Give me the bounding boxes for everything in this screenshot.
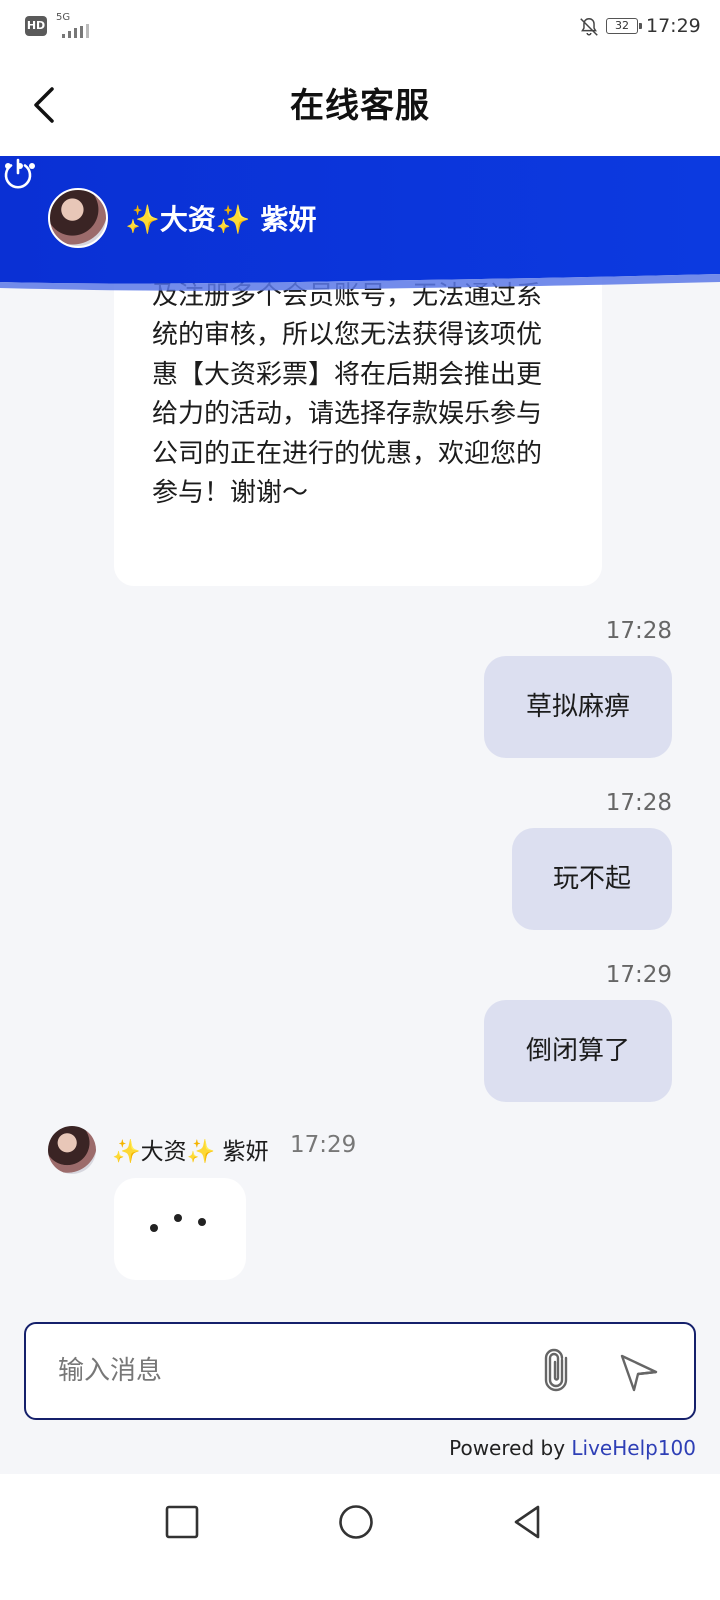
agent-avatar[interactable]: [48, 188, 108, 248]
agent-name-small: ✨大资✨ 紫妍: [112, 1139, 269, 1165]
page-title: 在线客服: [290, 86, 430, 126]
hd-badge: HD: [25, 16, 47, 36]
agent-message-bubble: 您好，经过系统审核，地址已经涉及注册多个会员账号，无法通过系统的审核，所以您无法…: [114, 241, 602, 586]
chat-area[interactable]: 您好，经过系统审核，地址已经涉及注册多个会员账号，无法通过系统的审核，所以您无法…: [0, 156, 720, 1306]
message-timestamp: 17:28: [605, 790, 672, 816]
user-message-bubble: 草拟麻痹: [484, 656, 672, 758]
attachment-icon[interactable]: [536, 1346, 576, 1396]
recent-apps-icon[interactable]: [162, 1502, 202, 1542]
agent-banner: ✨大资✨ 紫妍: [0, 156, 720, 296]
powered-by: Powered by LiveHelp100: [449, 1436, 696, 1460]
battery-icon: 32: [606, 18, 642, 34]
agent-avatar-small[interactable]: [48, 1126, 96, 1174]
status-time: 17:29: [646, 15, 701, 37]
system-nav-bar: [0, 1474, 720, 1600]
power-icon[interactable]: [0, 156, 36, 192]
typing-indicator: [114, 1178, 246, 1280]
user-message-bubble: 玩不起: [512, 828, 672, 930]
banner-background: [0, 156, 720, 291]
message-input[interactable]: [58, 1346, 488, 1396]
message-timestamp: 17:28: [605, 618, 672, 644]
powered-by-prefix: Powered by: [449, 1436, 572, 1460]
send-icon[interactable]: [616, 1350, 660, 1394]
agent-name: ✨大资✨ 紫妍: [125, 203, 317, 236]
message-composer: [24, 1322, 696, 1420]
app-header: 在线客服: [0, 56, 720, 156]
network-label: 5G: [56, 12, 71, 23]
powered-by-link[interactable]: LiveHelp100: [571, 1436, 696, 1460]
message-timestamp: 17:29: [290, 1132, 357, 1158]
status-bar: HD 5G 32 17:29: [0, 0, 720, 56]
user-message-bubble: 倒闭算了: [484, 1000, 672, 1102]
message-timestamp: 17:29: [605, 962, 672, 988]
back-nav-icon[interactable]: [508, 1502, 548, 1542]
bell-muted-icon: [580, 18, 598, 36]
signal-icon: [58, 24, 94, 38]
home-icon[interactable]: [336, 1502, 376, 1542]
